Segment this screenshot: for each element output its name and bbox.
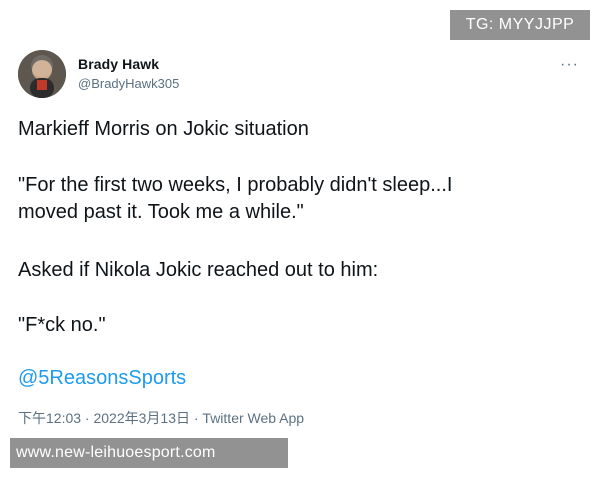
- tweet-text-line: Markieff Morris on Jokic situation: [18, 118, 309, 140]
- watermark-top: TG: MYYJJPP: [450, 10, 590, 40]
- tweet-card: Brady Hawk @BradyHawk305 ··· Markieff Mo…: [0, 0, 600, 480]
- avatar[interactable]: [18, 50, 66, 98]
- tweet-metadata: 下午12:03 · 2022年3月13日 · Twitter Web App: [18, 410, 305, 426]
- avatar-image: [18, 50, 66, 98]
- tweet-text-line: "F*ck no.": [18, 314, 106, 336]
- author-name[interactable]: Brady Hawk: [78, 56, 159, 72]
- watermark-bottom: www.new-leihuoesport.com: [10, 438, 288, 468]
- mention-link[interactable]: @5ReasonsSports: [18, 365, 186, 392]
- more-options-icon[interactable]: ···: [560, 56, 579, 74]
- tweet-text-line: "For the first two weeks, I probably did…: [18, 174, 453, 196]
- tweet-text-line: Asked if Nikola Jokic reached out to him…: [18, 259, 379, 281]
- author-handle[interactable]: @BradyHawk305: [78, 76, 179, 91]
- tweet-text-line: moved past it. Took me a while.": [18, 201, 304, 223]
